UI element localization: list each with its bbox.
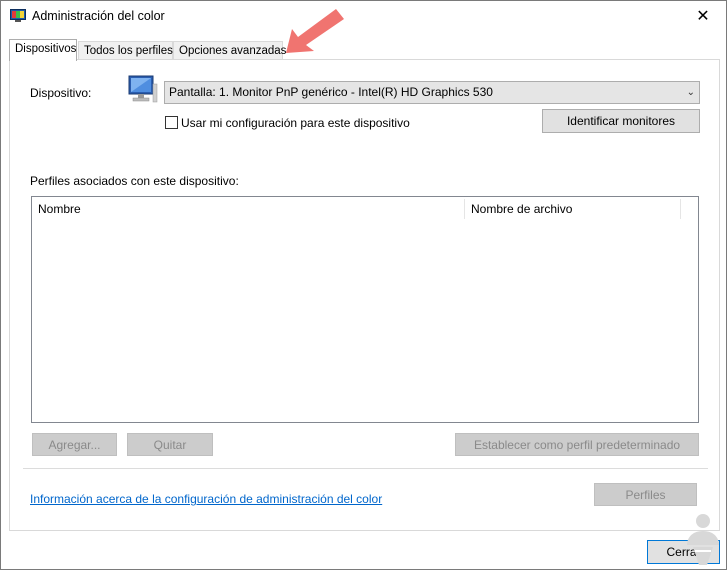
profiles-button[interactable]: Perfiles: [594, 483, 697, 506]
chevron-down-icon: ⌄: [686, 87, 695, 98]
divider: [23, 468, 708, 469]
color-management-app-icon: [10, 9, 26, 22]
use-my-settings-label[interactable]: Usar mi configuración para este disposit…: [181, 116, 410, 130]
add-profile-button[interactable]: Agregar...: [32, 433, 117, 456]
title-bar: Administración del color ✕: [1, 1, 726, 31]
device-label: Dispositivo:: [30, 86, 92, 100]
column-header-nombre-de-archivo[interactable]: Nombre de archivo: [465, 197, 680, 221]
tab-todos-los-perfiles[interactable]: Todos los perfiles: [78, 41, 173, 60]
close-icon[interactable]: ✕: [680, 1, 726, 31]
column-header-nombre[interactable]: Nombre: [32, 197, 464, 221]
profiles-list[interactable]: Nombre Nombre de archivo: [31, 196, 699, 423]
device-select[interactable]: Pantalla: 1. Monitor PnP genérico - Inte…: [164, 81, 700, 104]
remove-profile-button[interactable]: Quitar: [127, 433, 213, 456]
tab-opciones-avanzadas[interactable]: Opciones avanzadas: [173, 41, 286, 60]
profiles-label: Perfiles asociados con este dispositivo:: [30, 174, 239, 188]
watermark-logo: [687, 514, 719, 565]
color-management-info-link[interactable]: Información acerca de la configuración d…: [30, 492, 382, 506]
monitor-icon: [128, 75, 158, 103]
column-separator: [680, 199, 681, 219]
devices-panel: Dispositivo: Pantalla: 1. Monitor PnP ge…: [9, 59, 720, 531]
identify-monitors-button[interactable]: Identificar monitores: [542, 109, 700, 133]
device-select-value: Pantalla: 1. Monitor PnP genérico - Inte…: [169, 85, 493, 99]
color-management-window: Administración del color ✕ Dispositivos …: [0, 0, 727, 570]
set-default-profile-button[interactable]: Establecer como perfil predeterminado: [455, 433, 699, 456]
window-title: Administración del color: [32, 9, 165, 23]
profiles-list-header: Nombre Nombre de archivo: [32, 197, 681, 221]
annotation-arrow: [286, 9, 344, 53]
use-my-settings-checkbox[interactable]: [165, 116, 178, 129]
tab-dispositivos[interactable]: Dispositivos: [9, 39, 77, 61]
